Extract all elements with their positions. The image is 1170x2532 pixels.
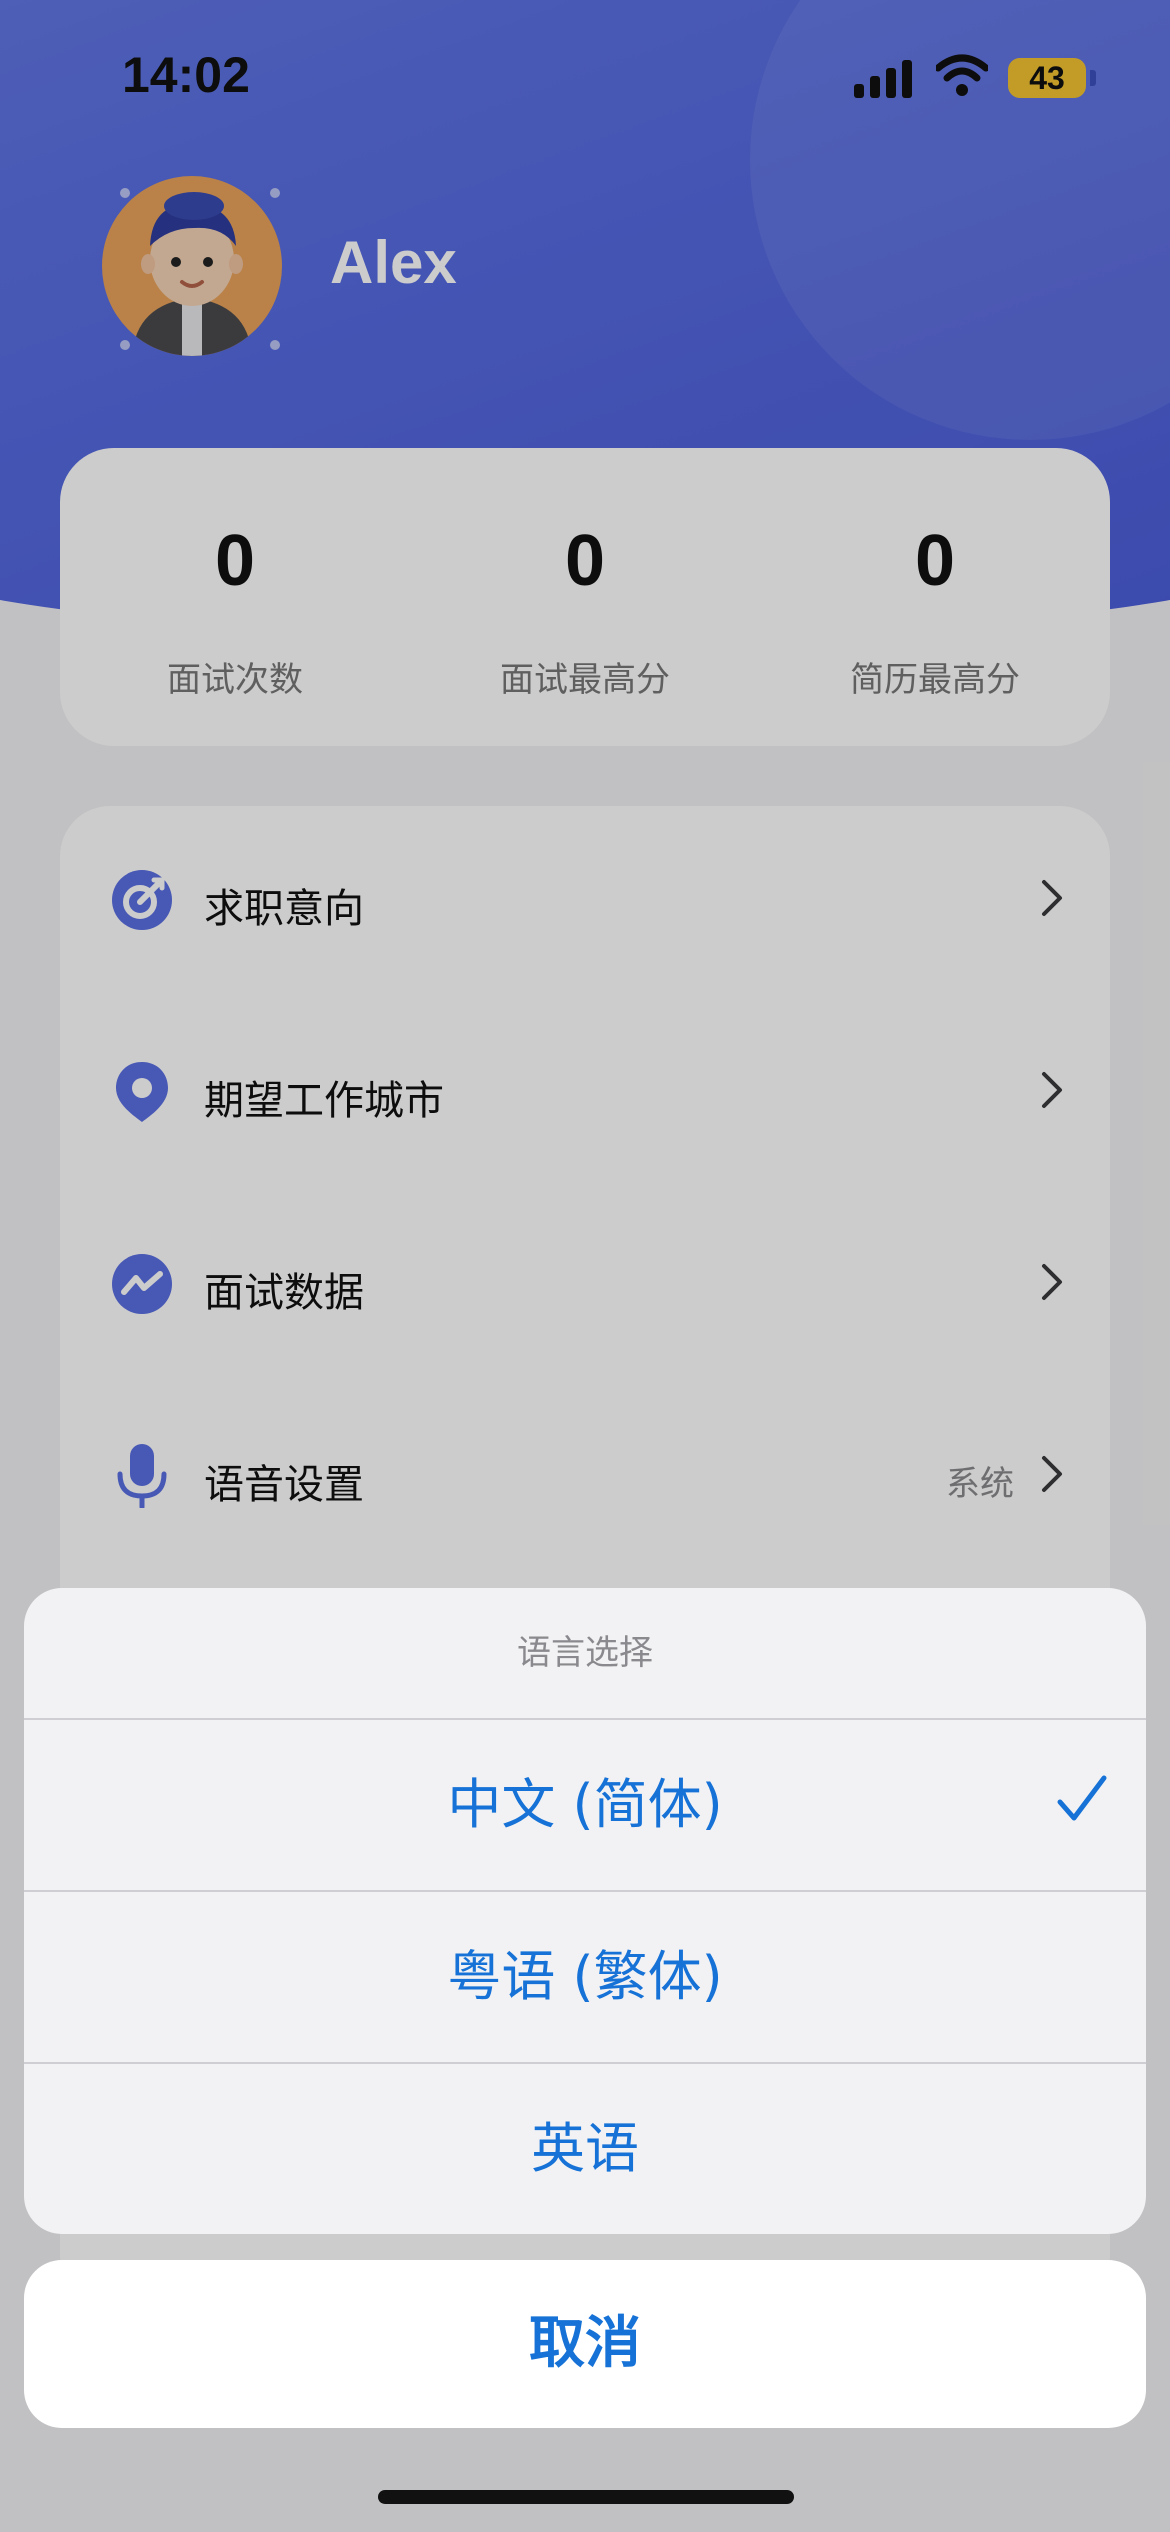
home-indicator[interactable] bbox=[378, 2490, 794, 2504]
language-action-sheet: 语言选择 中文 (简体) 粤语 (繁体) 英语 bbox=[24, 1588, 1146, 2234]
cancel-button[interactable]: 取消 bbox=[24, 2260, 1146, 2428]
language-option-label: 中文 (简体) bbox=[447, 1773, 723, 1836]
language-option-simplified-chinese[interactable]: 中文 (简体) bbox=[24, 1718, 1146, 1890]
language-option-label: 粤语 (繁体) bbox=[447, 1945, 723, 2008]
language-option-cantonese[interactable]: 粤语 (繁体) bbox=[24, 1890, 1146, 2062]
checkmark-icon bbox=[1057, 1775, 1107, 1821]
language-option-english[interactable]: 英语 bbox=[24, 2062, 1146, 2234]
language-option-label: 英语 bbox=[531, 2117, 639, 2180]
cancel-label: 取消 bbox=[529, 2311, 641, 2376]
action-sheet-title: 语言选择 bbox=[517, 1633, 653, 1673]
